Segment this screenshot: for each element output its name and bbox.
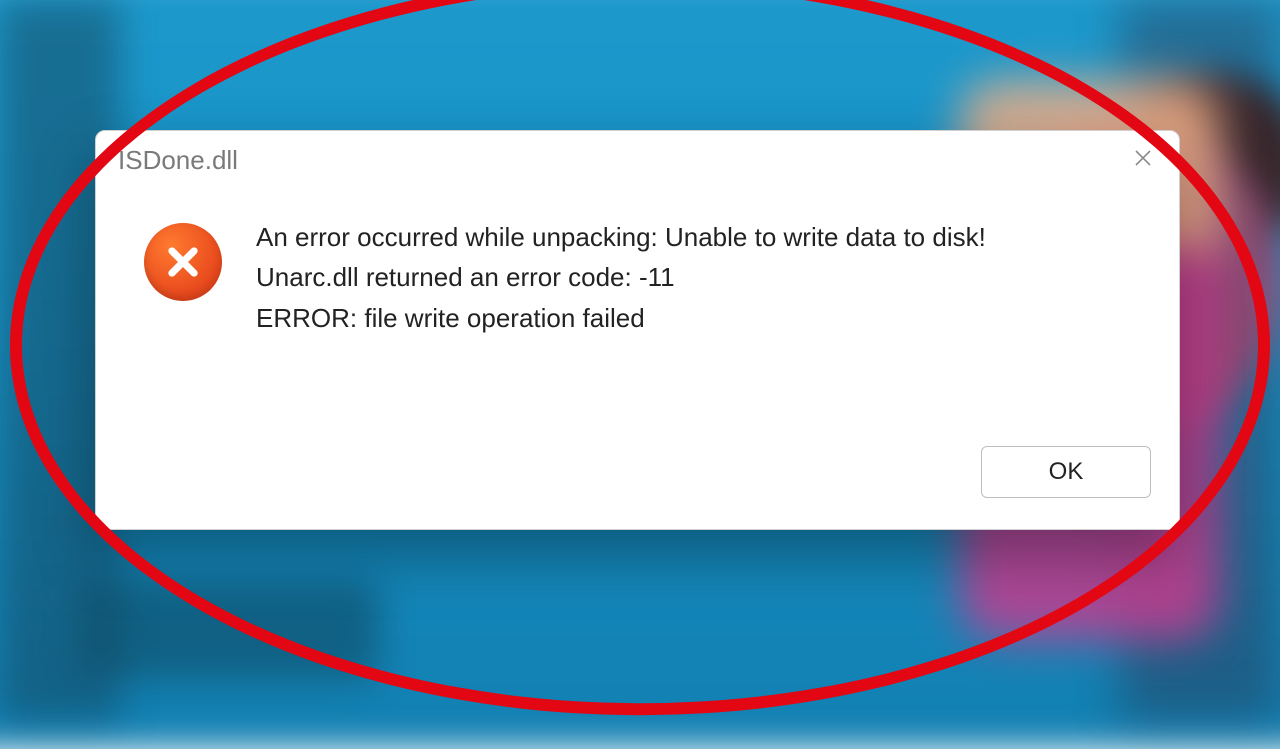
message-line-3: ERROR: file write operation failed bbox=[256, 298, 986, 338]
dialog-footer: OK bbox=[96, 437, 1179, 529]
backdrop-lower bbox=[80, 580, 380, 680]
close-icon bbox=[1131, 146, 1155, 175]
dialog-titlebar: ISDone.dll bbox=[96, 131, 1179, 189]
close-button[interactable] bbox=[1121, 138, 1165, 182]
dialog-body: An error occurred while unpacking: Unabl… bbox=[96, 189, 1179, 437]
error-dialog: ISDone.dll An error occurred while unpac… bbox=[95, 130, 1180, 530]
message-line-2: Unarc.dll returned an error code: -11 bbox=[256, 257, 986, 297]
dialog-title: ISDone.dll bbox=[118, 145, 238, 176]
dialog-message: An error occurred while unpacking: Unabl… bbox=[256, 217, 986, 437]
ok-button-label: OK bbox=[1049, 458, 1084, 486]
error-icon bbox=[144, 223, 222, 301]
ok-button[interactable]: OK bbox=[981, 446, 1151, 498]
message-line-1: An error occurred while unpacking: Unabl… bbox=[256, 217, 986, 257]
